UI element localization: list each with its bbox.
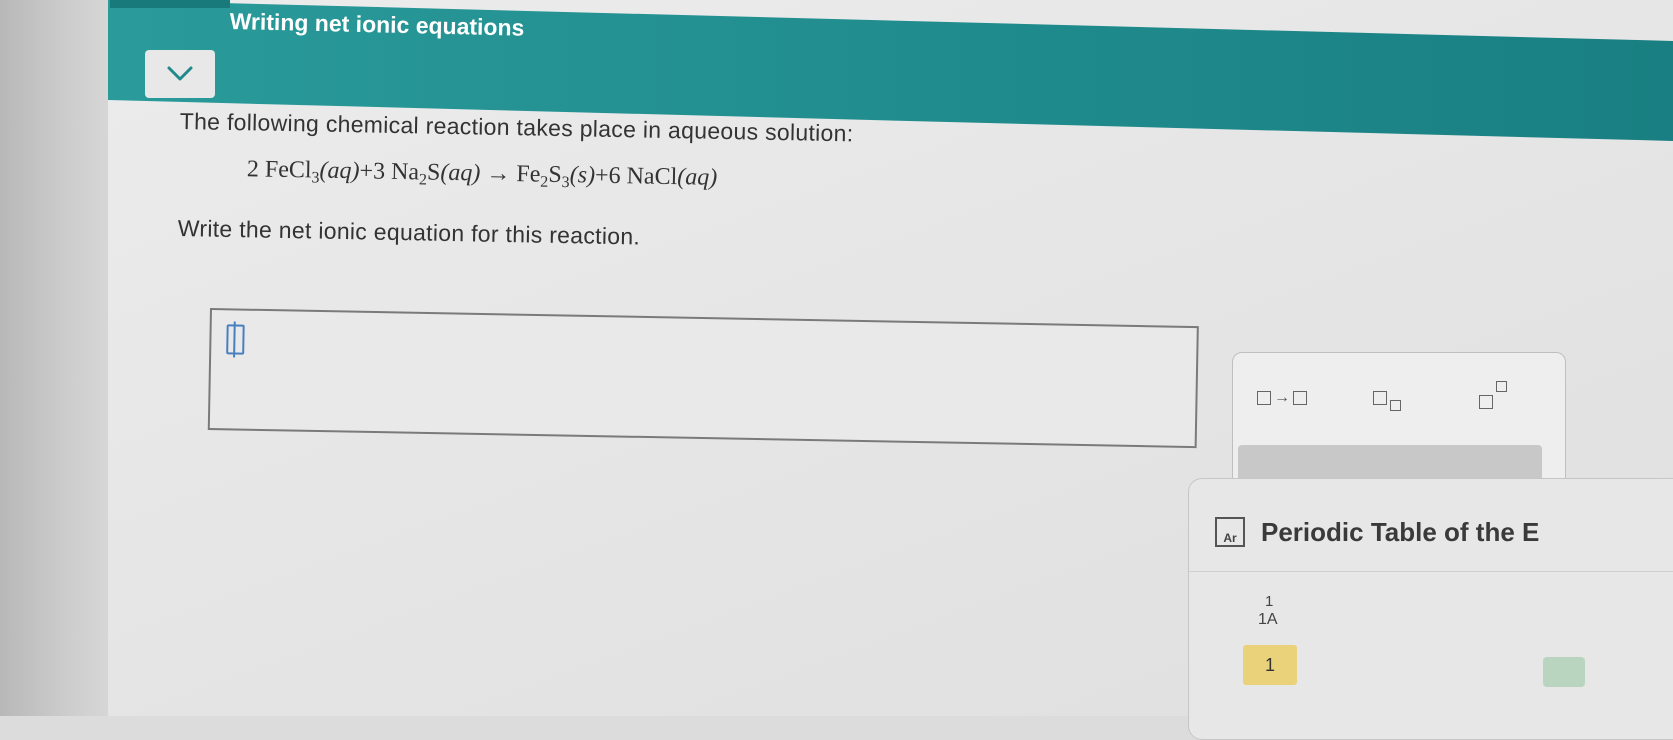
left-bezel: [0, 0, 108, 716]
eq-p1-formula2: S: [548, 161, 562, 189]
header-tab: [110, 0, 230, 8]
subscript-icon: [1373, 391, 1401, 411]
eq-p1-sub1: 2: [540, 173, 549, 191]
eq-r2-formula2: S: [426, 159, 441, 186]
eq-plus-2: +6: [594, 162, 621, 190]
element-cell[interactable]: [1543, 657, 1585, 687]
subscript-button[interactable]: [1373, 385, 1401, 411]
periodic-table-panel: Ar Periodic Table of the E 1 1A 1: [1188, 478, 1673, 740]
eq-p2-formula: NaCl: [626, 163, 678, 191]
eq-p2-state: (aq): [677, 164, 718, 191]
equation-toolbar: →: [1232, 352, 1566, 494]
reaction-arrow-button[interactable]: →: [1257, 385, 1307, 411]
eq-p1-formula: Fe: [516, 161, 541, 188]
eq-arrow: →: [486, 160, 511, 188]
collapse-button[interactable]: [145, 50, 215, 98]
group-number: 1: [1265, 593, 1274, 610]
eq-r2-state: (aq): [440, 159, 481, 187]
chevron-down-icon: [167, 66, 193, 81]
chemical-equation: 2 FeCl3(aq)+3 Na2S(aq) → Fe2S3(s)+6 NaCl…: [247, 156, 853, 197]
eq-r1-formula: FeCl: [264, 156, 312, 184]
reaction-arrow-icon: →: [1257, 389, 1307, 407]
text-cursor-icon: [226, 324, 245, 355]
question-content: The following chemical reaction takes pl…: [178, 108, 854, 254]
eq-r2-formula: Na: [390, 158, 420, 186]
eq-r1-sub: 3: [311, 169, 320, 187]
period-cell[interactable]: 1: [1243, 645, 1297, 685]
superscript-icon: [1479, 381, 1507, 409]
eq-p1-state: (s): [569, 162, 596, 189]
answer-input[interactable]: [207, 308, 1199, 449]
periodic-table-icon: Ar: [1215, 517, 1245, 547]
eq-plus-1: +3: [359, 158, 386, 185]
superscript-button[interactable]: [1479, 381, 1507, 411]
eq-r1-coef: 2: [246, 156, 260, 183]
group-name: 1A: [1258, 611, 1278, 628]
periodic-table-header[interactable]: Ar Periodic Table of the E: [1189, 479, 1673, 572]
eq-r1-state: (aq): [319, 157, 360, 185]
eq-p1-sub2: 3: [561, 174, 570, 192]
periodic-table-title: Periodic Table of the E: [1261, 517, 1540, 547]
